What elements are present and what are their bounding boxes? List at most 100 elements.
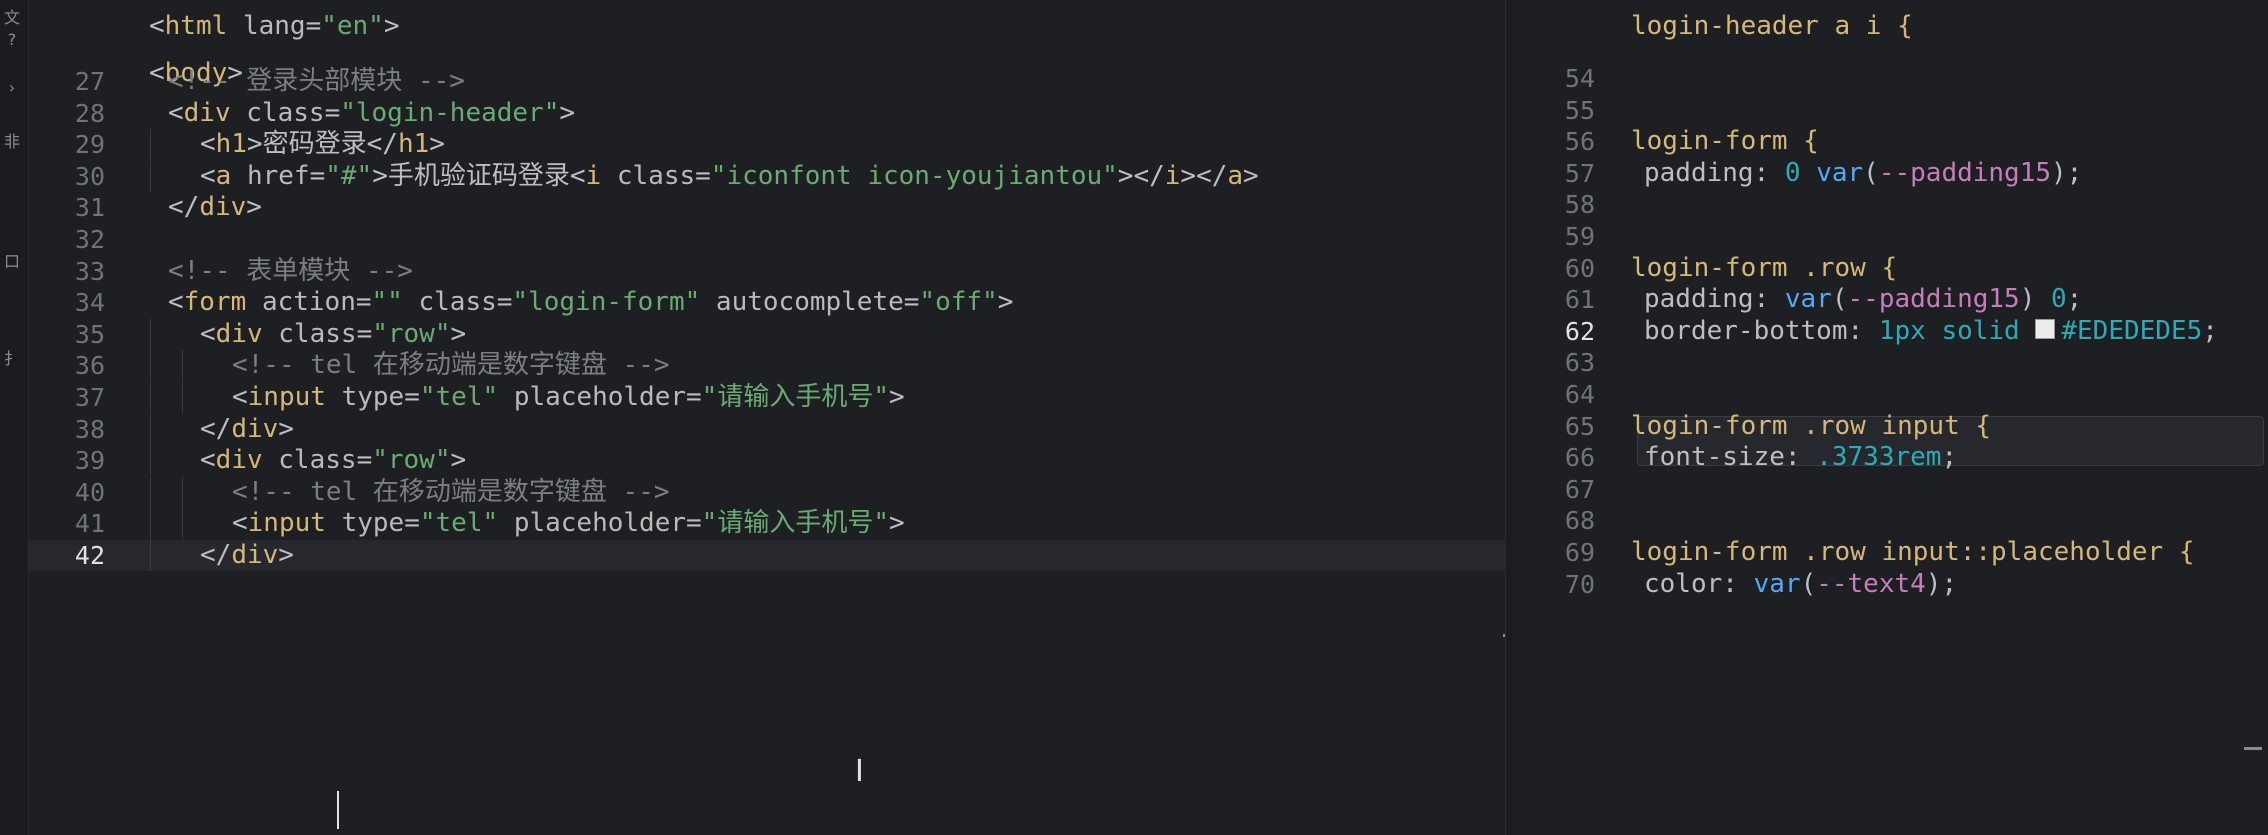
line-code: login-form .row input::placeholder { [1631,537,2195,567]
source-control-icon[interactable]: ⾮ [2,128,22,152]
line-number: 63 [1564,348,1595,378]
code-line[interactable]: login-header a i { [1513,4,2268,49]
mouse-ibeam-cursor: I [855,754,864,789]
line-code: <div class="login-header"> [168,97,576,128]
indent-guide [150,508,151,540]
line-code: font-size: .3733rem; [1644,442,1958,473]
line-code: login-form .row { [1631,252,1898,283]
line-code: </div> [168,192,262,223]
line-number: 42 [74,541,105,570]
code-line[interactable]: 41 <input type="tel" placeholder="请输入手机号"… [29,508,1512,540]
code-line[interactable]: 55 [1513,95,2268,126]
line-code: login-form .row input { [1631,410,1992,441]
html-editor-pane[interactable]: <html lang="en"> <body> 27 <!-- 登录头部模块 --… [29,0,1512,835]
line-number: 33 [74,256,105,286]
line-number: 31 [74,193,105,223]
indent-guide [150,318,151,350]
code-line[interactable]: 56 login-form { [1513,126,2268,157]
code-line[interactable]: 54 [1513,63,2268,94]
code-line[interactable]: 30 <a href="#">手机验证码登录<i class="iconfont … [29,160,1512,192]
line-code: padding: 0 var(--padding15); [1644,157,2083,188]
code-line[interactable]: 63 [1513,347,2268,378]
css-editor-pane[interactable]: login-header a i { 54 55 56 login-form {57 p… [1513,0,2268,835]
indent-guide [150,160,151,192]
code-line[interactable]: 58 [1513,189,2268,220]
code-line[interactable]: 27 <!-- 登录头部模块 --> [29,66,1512,97]
activity-bar: 文 ? › ⾮ ⼝ ⺘ [0,0,29,835]
code-line[interactable]: 67 [1513,474,2268,505]
code-line[interactable]: 39 <div class="row"> [29,445,1512,477]
line-code: </div> [200,540,294,570]
indent-guide [182,350,183,382]
code-line[interactable]: <html lang="en"> [29,4,1512,49]
debug-icon[interactable]: ⼝ [2,248,22,272]
code-line[interactable]: 69 login-form .row input::placeholder { [1513,537,2268,568]
indent-guide [150,129,151,161]
scrollbar-marker [2244,747,2262,750]
code-line[interactable]: 57 padding: 0 var(--padding15); [1513,158,2268,189]
indent-guide [150,382,151,413]
indent-guide [150,476,151,508]
line-number: 40 [74,477,105,507]
code-line[interactable]: 65 login-form .row input { [1513,411,2268,442]
line-number: 41 [74,509,105,539]
code-line[interactable]: 28 <div class="login-header"> [29,98,1512,129]
code-line[interactable]: 36 <!-- tel 在移动端是数字键盘 --> [29,350,1512,382]
line-code: <a href="#">手机验证码登录<i class="iconfont ic… [200,160,1259,191]
line-number: 38 [74,414,105,444]
indent-guide [150,413,151,445]
line-number: 28 [74,98,105,128]
line-number: 60 [1564,253,1595,283]
line-code: login-form { [1631,126,1819,157]
code-line[interactable]: 32 [29,224,1512,255]
line-number: 69 [1564,538,1595,567]
arrow-right-icon[interactable]: › [2,78,22,97]
indent-guide [150,445,151,477]
line-number: 34 [74,288,105,318]
code-line[interactable]: 68 [1513,505,2268,536]
line-number: 32 [74,225,105,254]
line-number: 37 [74,383,105,412]
line-number: 30 [74,161,105,191]
line-code: <!-- 表单模块 --> [168,255,413,286]
code-line[interactable]: 40 <!-- tel 在移动端是数字键盘 --> [29,476,1512,508]
extensions-icon[interactable]: ⺘ [2,345,22,369]
explorer-icon[interactable]: 文 [2,4,22,28]
code-line[interactable]: 61 padding: var(--padding15) 0; [1513,284,2268,315]
code-line[interactable]: 60 login-form .row { [1513,253,2268,284]
code-line[interactable]: 70 color: var(--text4); [1513,569,2268,600]
search-icon[interactable]: ? [2,30,22,49]
code-line[interactable]: 62 border-bottom: 1px solid #EDEDEDE5; [1513,316,2268,347]
line-number: 68 [1564,506,1595,536]
line-number: 59 [1564,222,1595,251]
text-caret [337,791,339,829]
line-number: 64 [1564,380,1595,409]
line-code: color: var(--text4); [1644,568,1958,599]
line-code: <!-- 登录头部模块 --> [168,66,465,96]
line-number: 57 [1564,158,1595,188]
code-line[interactable]: 34 <form action="" class="login-form" aut… [29,287,1512,318]
indent-guide [182,476,183,508]
code-line[interactable]: 59 [1513,221,2268,252]
line-number: 58 [1564,190,1595,220]
indent-guide [150,350,151,382]
code-line[interactable]: 42 </div> [29,540,1512,571]
code-line[interactable]: 64 [1513,379,2268,410]
color-swatch-icon [2035,319,2056,340]
indent-guide [182,508,183,540]
line-number: 27 [74,67,105,96]
line-code: border-bottom: 1px solid #EDEDEDE5; [1644,315,2218,346]
code-line[interactable]: 35 <div class="row"> [29,318,1512,350]
code-line[interactable]: 66 font-size: .3733rem; [1513,442,2268,473]
code-line[interactable]: 33 <!-- 表单模块 --> [29,256,1512,287]
indent-guide [182,382,183,413]
code-line[interactable]: 29 <h1>密码登录</h1> [29,129,1512,161]
code-line[interactable]: 38 </div> [29,413,1512,445]
line-code: padding: var(--padding15) 0; [1644,284,2083,315]
line-number: 62 [1564,316,1595,346]
code-line[interactable]: 37 <input type="tel" placeholder="请输入手机号"… [29,382,1512,413]
line-number: 39 [74,446,105,476]
line-number: 61 [1564,285,1595,315]
code-line[interactable]: 31 </div> [29,192,1512,223]
line-code: <input type="tel" placeholder="请输入手机号"> [232,382,905,412]
